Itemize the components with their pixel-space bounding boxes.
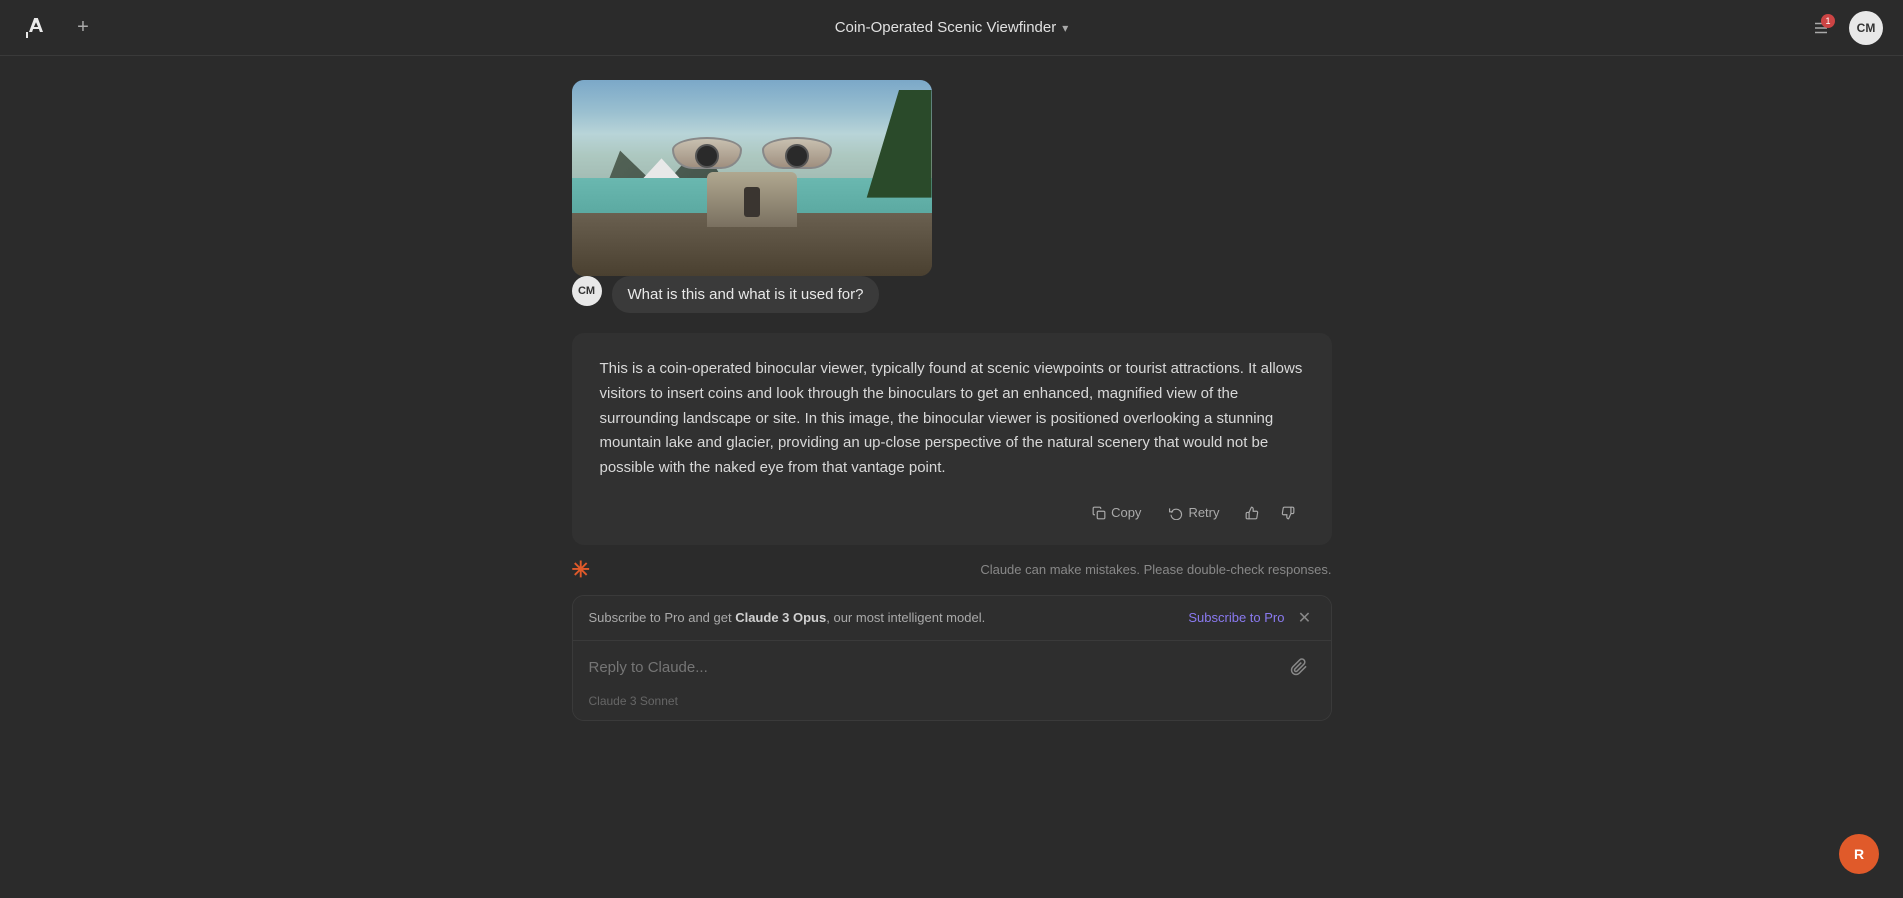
topbar-right: 1 CM [1805, 11, 1883, 45]
subscribe-actions: Subscribe to Pro ✕ [1188, 608, 1314, 628]
model-label: Claude 3 Sonnet [589, 690, 1315, 716]
user-avatar-button[interactable]: CM [1849, 11, 1883, 45]
response-text: This is a coin-operated binocular viewer… [600, 357, 1304, 481]
disclaimer-text: Claude can make mistakes. Please double-… [602, 562, 1332, 577]
conversation-title: Coin-Operated Scenic Viewfinder [835, 19, 1057, 36]
image-attachment [572, 80, 932, 276]
main-content: CM What is this and what is it used for?… [0, 56, 1903, 898]
conversation-title-area[interactable]: Coin-Operated Scenic Viewfinder ▾ [835, 19, 1069, 36]
subscribe-to-pro-link[interactable]: Subscribe to Pro [1188, 610, 1284, 625]
thumbs-up-button[interactable] [1236, 497, 1268, 529]
settings-button[interactable]: 1 [1805, 12, 1837, 44]
retry-icon [1169, 506, 1183, 520]
claude-logo-asterisk: ✳ [572, 557, 590, 583]
close-banner-button[interactable]: ✕ [1295, 608, 1315, 628]
input-row [589, 645, 1315, 690]
thumbs-down-button[interactable] [1272, 497, 1304, 529]
retry-button[interactable]: Retry [1157, 499, 1231, 526]
binocular-viewer [672, 137, 832, 227]
anthropic-logo [20, 12, 52, 44]
reply-input[interactable] [589, 645, 1283, 690]
attach-button[interactable] [1283, 651, 1315, 683]
input-area: Claude 3 Sonnet [573, 641, 1331, 720]
topbar-left: + [20, 12, 98, 44]
copy-button[interactable]: Copy [1080, 499, 1153, 526]
response-actions: Copy Retry [600, 497, 1304, 529]
thumbs-down-icon [1281, 506, 1295, 520]
assistant-response: This is a coin-operated binocular viewer… [572, 333, 1332, 545]
new-chat-button[interactable]: + [68, 13, 98, 43]
user-avatar: CM [572, 276, 602, 306]
chat-container: CM What is this and what is it used for?… [572, 80, 1332, 721]
thumbs-up-icon [1245, 506, 1259, 520]
claude-footer: ✳ Claude can make mistakes. Please doubl… [572, 553, 1332, 595]
user-bubble: What is this and what is it used for? [612, 276, 880, 313]
chevron-down-icon: ▾ [1062, 21, 1068, 35]
attach-icon [1290, 658, 1308, 676]
subscribe-banner: Subscribe to Pro and get Claude 3 Opus, … [573, 596, 1331, 641]
notification-badge: 1 [1821, 14, 1835, 28]
copy-icon [1092, 506, 1106, 520]
user-message: CM What is this and what is it used for? [572, 276, 1332, 313]
bottom-user-avatar[interactable]: R [1839, 834, 1879, 874]
subscribe-text: Subscribe to Pro and get Claude 3 Opus, … [589, 610, 986, 625]
bottom-panel: Subscribe to Pro and get Claude 3 Opus, … [572, 595, 1332, 721]
topbar: + Coin-Operated Scenic Viewfinder ▾ 1 CM [0, 0, 1903, 56]
